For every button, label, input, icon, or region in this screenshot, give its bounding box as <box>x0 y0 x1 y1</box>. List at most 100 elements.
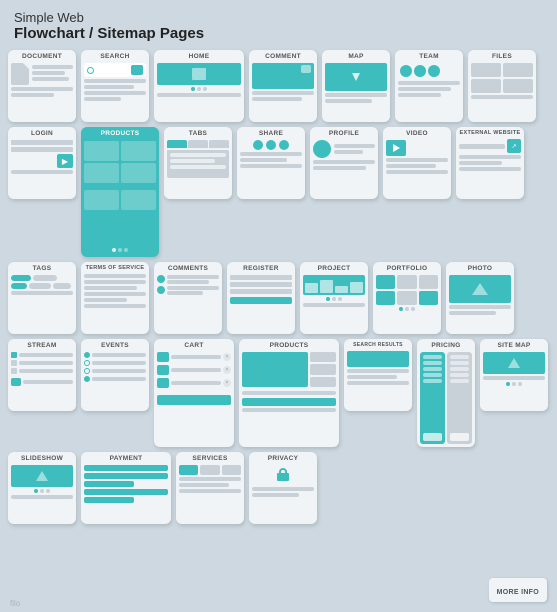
home-image-icon <box>192 68 206 80</box>
cart-remove-icon[interactable]: × <box>223 379 231 387</box>
card-pricing[interactable]: PRICING <box>417 339 475 447</box>
product-cell <box>121 190 156 210</box>
card-portfolio-label: PORTFOLIO <box>373 262 441 273</box>
pricing-button[interactable] <box>423 433 442 441</box>
payment-line <box>84 465 168 471</box>
payment-line <box>84 481 134 487</box>
card-video[interactable]: VIDEO <box>383 127 451 199</box>
product-cell <box>121 163 156 183</box>
stream-icon <box>11 368 17 374</box>
file-icon <box>471 63 501 77</box>
title-line1: Simple Web <box>14 10 543 25</box>
chart-bar <box>305 283 318 293</box>
tag-item <box>53 283 71 289</box>
card-privacy-label: PRIVACY <box>249 452 317 463</box>
card-pricing-label: PRICING <box>417 339 475 350</box>
card-comments-label: COMMENTS <box>154 262 222 273</box>
card-search[interactable]: SEARCH <box>81 50 149 122</box>
card-search-results-label: SEARCH RESULTS <box>344 339 412 349</box>
card-home[interactable]: HOME <box>154 50 244 122</box>
card-search-results[interactable]: SEARCH RESULTS <box>344 339 412 411</box>
dot <box>338 297 342 301</box>
card-comment[interactable]: COMMENT <box>249 50 317 122</box>
product-cell <box>84 190 119 210</box>
card-register-label: REGISTER <box>227 262 295 273</box>
dot <box>512 382 516 386</box>
card-products-phone[interactable]: PRODUCTS <box>81 127 159 257</box>
tag-item <box>11 275 31 281</box>
pricing-button[interactable] <box>450 433 469 441</box>
team-avatar <box>414 65 426 77</box>
card-map[interactable]: MAP <box>322 50 390 122</box>
card-video-label: VIDEO <box>383 127 451 138</box>
tab <box>209 140 229 148</box>
card-terms[interactable]: TERMS OF SERVICE <box>81 262 149 334</box>
stream-search-icon <box>11 378 21 386</box>
login-arrow-icon: ▶ <box>57 154 73 168</box>
profile-avatar <box>313 140 331 158</box>
card-profile[interactable]: PROFILE <box>310 127 378 199</box>
card-map-label: MAP <box>322 50 390 61</box>
card-tags-label: TAGS <box>8 262 76 273</box>
card-slideshow-label: SLIDESHOW <box>8 452 76 463</box>
search-button-icon <box>131 65 143 75</box>
card-comment-label: COMMENT <box>249 50 317 61</box>
dot <box>405 307 409 311</box>
cart-remove-icon[interactable]: × <box>223 366 231 374</box>
nav-dot <box>197 87 201 91</box>
card-document[interactable]: DOCUMENT <box>8 50 76 122</box>
card-files[interactable]: FILES <box>468 50 536 122</box>
card-events[interactable]: EVENTS <box>81 339 149 411</box>
share-icon <box>266 140 276 150</box>
card-stream-label: STREAM <box>8 339 76 350</box>
chart-bar <box>335 286 348 293</box>
cart-remove-icon[interactable]: × <box>223 353 231 361</box>
card-comments[interactable]: COMMENTS <box>154 262 222 334</box>
card-services[interactable]: ServICES <box>176 452 244 524</box>
product-thumb <box>310 364 336 374</box>
card-terms-label: TERMS OF SERVICE <box>81 262 149 272</box>
watermark: filo <box>10 599 20 608</box>
card-tags[interactable]: TAGS <box>8 262 76 334</box>
card-sitemap[interactable]: SITE MAP <box>480 339 548 411</box>
card-products2[interactable]: PRODUCTS <box>239 339 339 447</box>
map-pin-icon <box>352 73 360 81</box>
file-icon <box>503 63 533 77</box>
tag-item <box>11 283 27 289</box>
payment-line <box>84 497 134 503</box>
card-cart[interactable]: CaRT × × × <box>154 339 234 447</box>
stream-icon <box>11 352 17 358</box>
register-button[interactable] <box>230 297 292 304</box>
dot <box>332 297 336 301</box>
card-stream[interactable]: STREAM <box>8 339 76 411</box>
page-title: Simple Web Flowchart / Sitemap Pages <box>0 0 557 48</box>
nav-dot-active <box>191 87 195 91</box>
more-info-label: MORE INFO <box>497 589 539 596</box>
card-payment[interactable]: PAYMENT <box>81 452 171 524</box>
card-external-website[interactable]: EXTERNAL WEBSITE ↗ <box>456 127 524 199</box>
card-photo[interactable]: PHOTO <box>446 262 514 334</box>
checkout-button[interactable] <box>157 395 231 405</box>
card-register[interactable]: REGISTER <box>227 262 295 334</box>
card-tabs[interactable]: TABS <box>164 127 232 199</box>
dot <box>118 248 122 252</box>
card-share[interactable]: SHARE <box>237 127 305 199</box>
cards-grid: DOCUMENT SEARCH <box>0 48 557 528</box>
share-icon <box>253 140 263 150</box>
file-icon <box>471 79 501 93</box>
payment-line <box>84 489 168 495</box>
dot <box>34 489 38 493</box>
add-to-cart-button[interactable] <box>242 398 336 406</box>
card-events-label: EVENTS <box>81 339 149 350</box>
portfolio-cell <box>376 291 395 305</box>
product-main-image <box>242 352 308 387</box>
payment-line <box>84 473 168 479</box>
card-team[interactable]: TEAM <box>395 50 463 122</box>
card-login[interactable]: LOGIN ▶ <box>8 127 76 199</box>
card-external-website-label: EXTERNAL WEBSITE <box>456 127 524 137</box>
card-project[interactable]: PROJECT <box>300 262 368 334</box>
card-portfolio[interactable]: PORTFOLIO <box>373 262 441 334</box>
tab <box>188 140 208 148</box>
card-privacy[interactable]: PRIVACY <box>249 452 317 524</box>
card-slideshow[interactable]: SLIDESHOW <box>8 452 76 524</box>
